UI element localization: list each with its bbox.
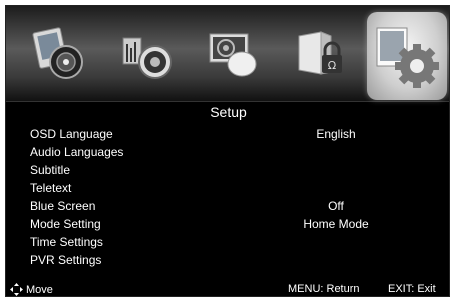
- tv-osd-screen: Ω Setup OSD Language English Audio Langu…: [5, 5, 450, 297]
- move-arrows-icon: [10, 283, 23, 296]
- tab-lock[interactable]: Ω: [287, 20, 355, 88]
- menu-item-osd-language[interactable]: OSD Language English: [6, 125, 449, 143]
- gear-icon: [376, 27, 439, 88]
- tab-picture[interactable]: [26, 20, 94, 88]
- menu-item-audio-languages[interactable]: Audio Languages: [6, 143, 449, 161]
- menu-item-subtitle[interactable]: Subtitle: [6, 161, 449, 179]
- menu-item-mode-setting[interactable]: Mode Setting Home Mode: [6, 215, 449, 233]
- picture-icon: [32, 27, 83, 79]
- move-label: Move: [26, 283, 53, 296]
- menu-item-time-settings[interactable]: Time Settings: [6, 233, 449, 251]
- footer-move-hint: Move: [10, 283, 53, 296]
- menu-item-value: Home Mode: [303, 217, 369, 231]
- setup-menu-list: OSD Language English Audio Languages Sub…: [6, 125, 449, 269]
- lock-icon: Ω: [298, 31, 342, 75]
- menu-item-teletext[interactable]: Teletext: [6, 179, 449, 197]
- menu-item-blue-screen[interactable]: Blue Screen Off: [6, 197, 449, 215]
- video-icon: [209, 33, 257, 77]
- menu-title: Setup: [210, 104, 247, 120]
- menu-item-label: Mode Setting: [30, 217, 101, 231]
- svg-text:Ω: Ω: [328, 59, 336, 72]
- menu-item-label: Time Settings: [30, 235, 103, 249]
- menu-item-pvr-settings[interactable]: PVR Settings: [6, 251, 449, 269]
- menu-item-value: Off: [328, 199, 344, 213]
- menu-item-label: Blue Screen: [30, 199, 96, 213]
- menu-return-hint: MENU: Return: [288, 283, 360, 295]
- tab-setup[interactable]: [367, 12, 447, 100]
- menu-item-label: Teletext: [30, 181, 72, 195]
- tab-video[interactable]: [200, 20, 268, 88]
- music-icon: [122, 37, 172, 79]
- tab-music[interactable]: [113, 20, 181, 88]
- footer-hint-bar: Move MENU: Return EXIT: Exit: [6, 281, 449, 296]
- menu-item-label: OSD Language: [30, 127, 113, 141]
- menu-tab-bar: Ω: [6, 6, 449, 102]
- menu-item-label: PVR Settings: [30, 253, 102, 267]
- menu-item-label: Audio Languages: [30, 145, 124, 159]
- menu-item-label: Subtitle: [30, 163, 71, 177]
- menu-item-value: English: [316, 127, 356, 141]
- exit-hint: EXIT: Exit: [388, 283, 436, 295]
